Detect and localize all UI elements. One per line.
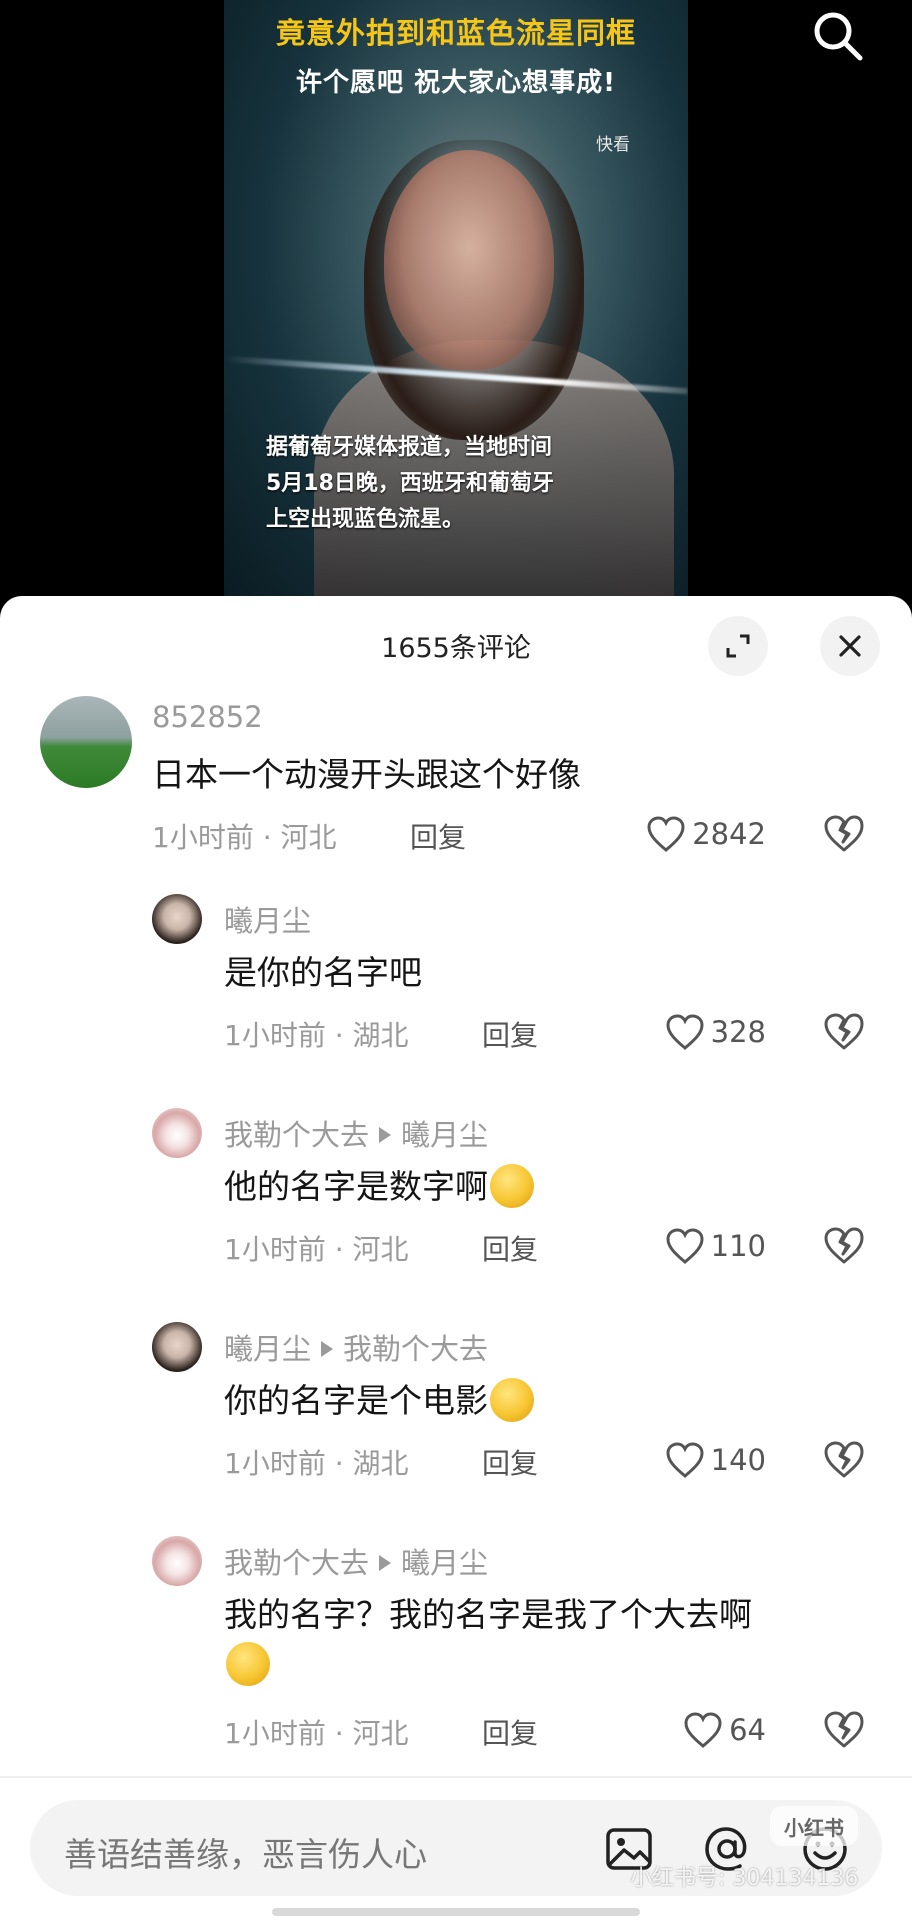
broken-heart-icon	[824, 1227, 864, 1264]
reply-button[interactable]: 回复	[482, 1442, 538, 1482]
comment-username[interactable]: 852852	[152, 700, 263, 734]
reply-target[interactable]: 曦月尘	[401, 1118, 488, 1152]
expand-icon	[726, 634, 750, 658]
comment-sheet: 1655条评论 852852 日本一个动漫开头跟这个好像 1小时前 · 河北 回…	[0, 596, 912, 1920]
like-button[interactable]: 2842	[620, 812, 766, 856]
close-button[interactable]	[820, 616, 880, 676]
like-count: 2842	[692, 817, 766, 851]
comment-text: 他的名字是数字啊	[224, 1162, 534, 1212]
comment-username[interactable]: 曦月尘 我勒个大去	[224, 1326, 488, 1368]
comment-text-body: 你的名字是个电影	[224, 1381, 488, 1420]
reply-button[interactable]: 回复	[482, 1712, 538, 1752]
avatar[interactable]	[40, 696, 132, 788]
comment-text: 日本一个动漫开头跟这个好像	[152, 755, 581, 794]
xiaohongshu-watermark-badge: 小红书	[770, 1806, 858, 1846]
heart-icon	[666, 1442, 704, 1478]
reply-arrow-icon	[321, 1341, 334, 1357]
avatar[interactable]	[152, 1108, 202, 1158]
comment-meta: 1小时前 · 湖北	[224, 1447, 409, 1480]
comment-item: 我勒个大去 曦月尘 我的名字？我的名字是我了个大去啊 1小时前 · 河北 回复 6…	[0, 1536, 912, 1750]
avatar[interactable]	[152, 1536, 202, 1586]
video-frame[interactable]: 竟意外拍到和蓝色流星同框 许个愿吧 祝大家心想事成! 快看 据葡萄牙媒体报道，当…	[224, 0, 688, 600]
comment-text: 是你的名字吧	[224, 953, 422, 992]
video-person-face	[384, 150, 554, 370]
video-caption-line: 5月18日晚，西班牙和葡萄牙	[266, 471, 554, 496]
xiaohongshu-watermark-id: 小红书号: 304134136	[630, 1866, 859, 1891]
comment-text-body: 他的名字是数字啊	[224, 1167, 488, 1206]
dislike-button[interactable]	[822, 1010, 866, 1054]
comment-author[interactable]: 我勒个大去	[224, 1118, 369, 1152]
reply-arrow-icon	[379, 1127, 392, 1143]
like-count: 64	[729, 1713, 766, 1747]
video-source-watermark: 快看	[596, 135, 630, 155]
close-icon	[839, 635, 861, 657]
comment-input-placeholder: 善语结善缘，恶言伤人心	[64, 1835, 427, 1874]
comment-text: 你的名字是个电影	[224, 1376, 534, 1426]
like-button[interactable]: 64	[620, 1708, 766, 1752]
video-caption-line: 上空出现蓝色流星。	[266, 507, 465, 532]
comment-meta: 1小时前 · 河北	[224, 1717, 409, 1750]
comment-meta: 1小时前 · 河北	[224, 1233, 409, 1266]
expand-button[interactable]	[708, 616, 768, 676]
video-subheadline: 许个愿吧 祝大家心想事成!	[296, 68, 616, 98]
comment-username[interactable]: 我勒个大去 曦月尘	[224, 1112, 488, 1154]
reply-button[interactable]: 回复	[482, 1228, 538, 1268]
comment-count-title: 1655条评论	[381, 633, 531, 664]
comment-item: 852852 日本一个动漫开头跟这个好像 1小时前 · 河北 回复 2842	[0, 696, 912, 856]
video-headline: 竟意外拍到和蓝色流星同框	[275, 16, 636, 50]
like-button[interactable]: 110	[620, 1224, 766, 1268]
heart-icon	[647, 816, 685, 852]
home-indicator[interactable]	[272, 1908, 640, 1916]
comment-item: 我勒个大去 曦月尘 他的名字是数字啊 1小时前 · 河北 回复 110	[0, 1108, 912, 1266]
flushed-face-emoji	[490, 1377, 534, 1422]
video-caption-line: 据葡萄牙媒体报道，当地时间	[266, 435, 553, 460]
broken-heart-icon	[824, 1013, 864, 1050]
comment-item: 曦月尘 是你的名字吧 1小时前 · 湖北 回复 328	[0, 894, 912, 1052]
like-button[interactable]: 140	[620, 1438, 766, 1482]
like-count: 328	[710, 1015, 766, 1049]
like-button[interactable]: 328	[620, 1010, 766, 1054]
like-count: 140	[710, 1443, 766, 1477]
reply-arrow-icon	[379, 1555, 392, 1571]
heart-icon	[666, 1014, 704, 1050]
reply-target[interactable]: 曦月尘	[401, 1546, 488, 1580]
comment-text-body: 我的名字？我的名字是我了个大去啊	[224, 1595, 752, 1634]
heart-icon	[684, 1712, 722, 1748]
comment-author[interactable]: 曦月尘	[224, 1332, 311, 1366]
flushed-face-emoji	[226, 1641, 270, 1686]
comment-username[interactable]: 我勒个大去 曦月尘	[224, 1540, 488, 1582]
divider	[0, 1776, 912, 1778]
dislike-button[interactable]	[822, 1224, 866, 1268]
search-icon[interactable]	[810, 8, 866, 64]
dislike-button[interactable]	[822, 812, 866, 856]
video-caption: 据葡萄牙媒体报道，当地时间 5月18日晚，西班牙和葡萄牙 上空出现蓝色流星。	[266, 430, 666, 538]
reply-button[interactable]: 回复	[410, 816, 466, 856]
broken-heart-icon	[824, 815, 864, 852]
video-player[interactable]: 竟意外拍到和蓝色流星同框 许个愿吧 祝大家心想事成! 快看 据葡萄牙媒体报道，当…	[0, 0, 912, 600]
dislike-button[interactable]	[822, 1708, 866, 1752]
heart-icon	[666, 1228, 704, 1264]
like-count: 110	[710, 1229, 766, 1263]
comment-meta: 1小时前 · 河北	[152, 821, 337, 854]
dislike-button[interactable]	[822, 1438, 866, 1482]
comment-meta: 1小时前 · 湖北	[224, 1019, 409, 1052]
comment-text: 我的名字？我的名字是我了个大去啊	[224, 1590, 864, 1690]
reply-button[interactable]: 回复	[482, 1014, 538, 1054]
comment-username[interactable]: 曦月尘	[224, 898, 311, 940]
broken-heart-icon	[824, 1441, 864, 1478]
reply-target[interactable]: 我勒个大去	[343, 1332, 488, 1366]
avatar[interactable]	[152, 1322, 202, 1372]
flushed-face-emoji	[490, 1163, 534, 1208]
comment-author[interactable]: 我勒个大去	[224, 1546, 369, 1580]
broken-heart-icon	[824, 1711, 864, 1748]
comment-item: 曦月尘 我勒个大去 你的名字是个电影 1小时前 · 湖北 回复 140	[0, 1322, 912, 1480]
avatar[interactable]	[152, 894, 202, 944]
